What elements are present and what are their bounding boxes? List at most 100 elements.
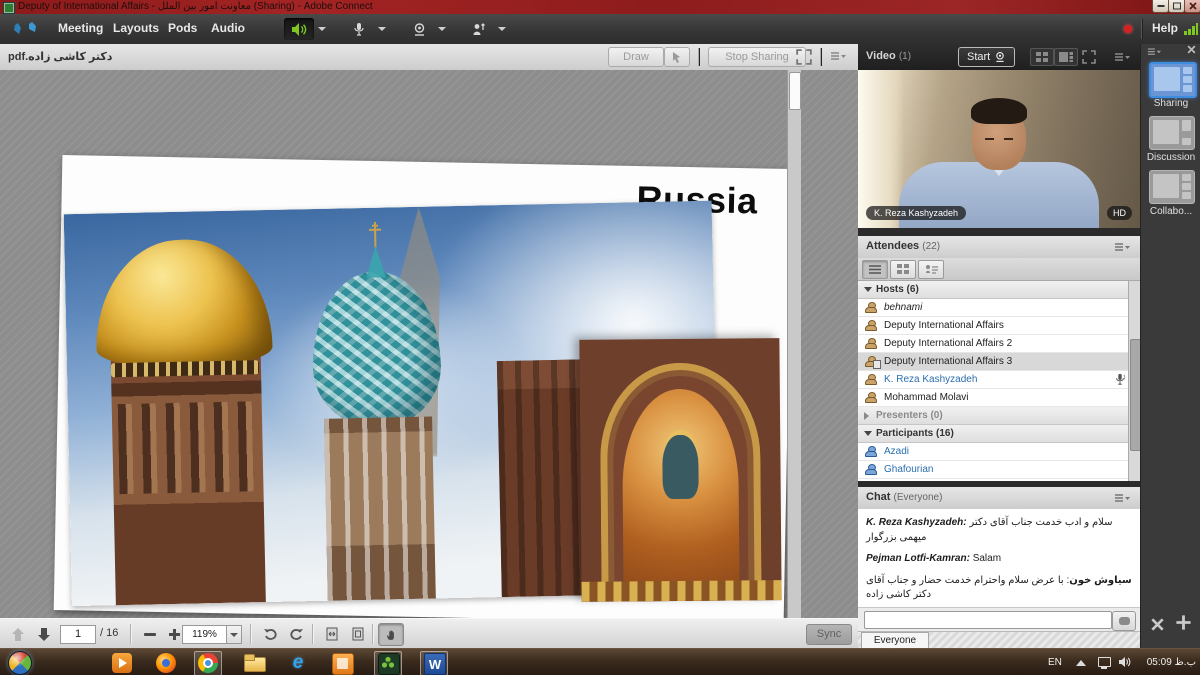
adobe-connect-logo-icon (10, 20, 50, 38)
hosts-section-header[interactable]: Hosts (6) (858, 281, 1140, 299)
tray-show-hidden-icons[interactable] (1076, 660, 1086, 666)
file-explorer-icon[interactable] (244, 653, 264, 673)
webcam-icon (994, 51, 1006, 63)
firefox-icon[interactable] (156, 653, 176, 673)
menu-layouts[interactable]: Layouts (113, 21, 159, 35)
rotate-ccw-button[interactable] (260, 625, 280, 643)
attendee-row-self[interactable]: K. Reza Kashyzadeh (858, 371, 1140, 389)
raise-hand-icon (471, 22, 487, 37)
word-taskbar-button[interactable]: W (420, 651, 448, 675)
fullscreen-button[interactable] (796, 49, 812, 65)
zoom-level-select[interactable]: 119% (182, 625, 242, 644)
window-title: Deputy of International Affairs - معاونت… (18, 1, 373, 12)
toolbar-divider (372, 624, 373, 644)
attendee-row[interactable]: behnami (858, 299, 1140, 317)
fit-page-icon (351, 627, 365, 641)
attendee-row[interactable]: Deputy International Affairs (858, 317, 1140, 335)
menu-help[interactable]: Help (1152, 21, 1178, 35)
start-webcam-button[interactable]: Start (958, 47, 1015, 67)
attendees-pod-menu-button[interactable] (1114, 243, 1130, 253)
chat-sender: سیاوش خون (1069, 575, 1131, 586)
microphone-dropdown[interactable] (375, 18, 389, 40)
menu-audio[interactable]: Audio (211, 21, 245, 35)
chrome-taskbar-button[interactable] (194, 651, 222, 675)
close-button[interactable] (1184, 0, 1200, 13)
rotate-cw-button[interactable] (286, 625, 306, 643)
layout-discussion-label[interactable]: Discussion (1141, 152, 1200, 163)
layout-sharing-label[interactable]: Sharing (1141, 98, 1200, 109)
attendee-row[interactable]: Hoda Ghoreishy- Babol (858, 479, 1140, 481)
microphone-button[interactable] (344, 18, 374, 40)
chat-input[interactable] (864, 611, 1112, 629)
fit-width-button[interactable] (322, 625, 342, 643)
share-pod-menu-button[interactable] (830, 52, 846, 62)
share-scrollbar-thumb[interactable] (789, 72, 801, 110)
minus-icon (144, 633, 156, 636)
video-fullscreen-button[interactable] (1082, 50, 1096, 64)
webcam-button[interactable] (404, 18, 434, 40)
layout-collaboration-thumbnail[interactable] (1149, 170, 1195, 204)
presenters-section-header[interactable]: Presenters (0) (858, 407, 1140, 425)
maximize-button[interactable] (1168, 0, 1185, 13)
attendee-row[interactable]: Deputy International Affairs 2 (858, 335, 1140, 353)
media-player-icon[interactable] (112, 653, 132, 673)
chat-pod-menu-button[interactable] (1114, 494, 1130, 504)
arrow-up-icon (11, 627, 25, 642)
participants-header-label: Participants (16) (876, 428, 954, 439)
video-filmstrip-view-button[interactable] (1054, 48, 1078, 66)
attendee-row-sharing[interactable]: Deputy International Affairs 3 (858, 353, 1140, 371)
fit-page-button[interactable] (348, 625, 368, 643)
internet-explorer-icon[interactable]: e (288, 653, 308, 673)
zoom-out-button[interactable] (140, 625, 160, 643)
chat-sender: Pejman Lotfi-Kamran: (866, 553, 970, 564)
video-count: (1) (899, 51, 911, 62)
zoom-in-button[interactable] (164, 625, 184, 643)
adobe-connect-taskbar-button[interactable] (374, 651, 402, 675)
attendee-row[interactable]: Azadi (858, 443, 1140, 461)
tray-clock[interactable]: 05:09 ب.ظ (1140, 657, 1196, 668)
attendee-row[interactable]: Mohammad Molavi (858, 389, 1140, 407)
status-raise-hand-button[interactable] (464, 18, 494, 40)
webcam-dropdown[interactable] (435, 18, 449, 40)
rail-delete-layout-button[interactable] (1151, 618, 1164, 631)
start-button[interactable] (8, 651, 32, 675)
speaker-button[interactable] (284, 18, 314, 40)
hand-tool-icon (384, 628, 398, 642)
share-scrollbar[interactable] (787, 70, 801, 618)
menu-meeting[interactable]: Meeting (58, 21, 103, 35)
tab-everyone[interactable]: Everyone (861, 632, 929, 649)
rail-add-layout-button[interactable] (1175, 614, 1192, 631)
next-page-button[interactable] (34, 625, 54, 643)
video-pod-menu-button[interactable] (1114, 53, 1130, 63)
draw-button[interactable]: Draw (608, 47, 664, 67)
page-total-label: / 16 (100, 627, 118, 639)
attendee-grid-view-button[interactable] (890, 260, 916, 279)
attendee-row[interactable]: Ghafourian (858, 461, 1140, 479)
send-message-button[interactable] (1112, 611, 1136, 631)
pointer-tool-button[interactable] (664, 47, 690, 67)
stop-sharing-button[interactable]: Stop Sharing (708, 47, 806, 67)
menu-pods[interactable]: Pods (168, 21, 197, 35)
attendee-list-view-button[interactable] (862, 260, 888, 279)
tray-volume-icon[interactable] (1118, 656, 1131, 668)
rail-menu-button[interactable] (1147, 48, 1161, 57)
speaker-dropdown[interactable] (315, 18, 329, 40)
previous-page-button[interactable] (8, 625, 28, 643)
chrome-icon (198, 653, 218, 673)
layout-collaboration-label[interactable]: Collabo... (1141, 206, 1200, 217)
office-app-icon[interactable] (332, 653, 354, 675)
attendee-status-view-button[interactable] (918, 260, 944, 279)
rail-close-icon[interactable] (1187, 45, 1196, 54)
minimize-button[interactable] (1152, 0, 1169, 13)
sync-button[interactable]: Sync (806, 624, 852, 645)
layout-discussion-thumbnail[interactable] (1149, 116, 1195, 150)
layout-sharing-thumbnail[interactable] (1149, 62, 1197, 98)
hand-tool-button[interactable] (378, 623, 404, 646)
tray-network-icon[interactable] (1098, 657, 1111, 667)
status-dropdown[interactable] (495, 18, 509, 40)
page-number-input[interactable]: 1 (60, 625, 96, 644)
participants-section-header[interactable]: Participants (16) (858, 425, 1140, 443)
video-grid-view-button[interactable] (1030, 48, 1054, 66)
tray-language[interactable]: EN (1048, 657, 1062, 668)
host-person-icon (865, 302, 877, 313)
